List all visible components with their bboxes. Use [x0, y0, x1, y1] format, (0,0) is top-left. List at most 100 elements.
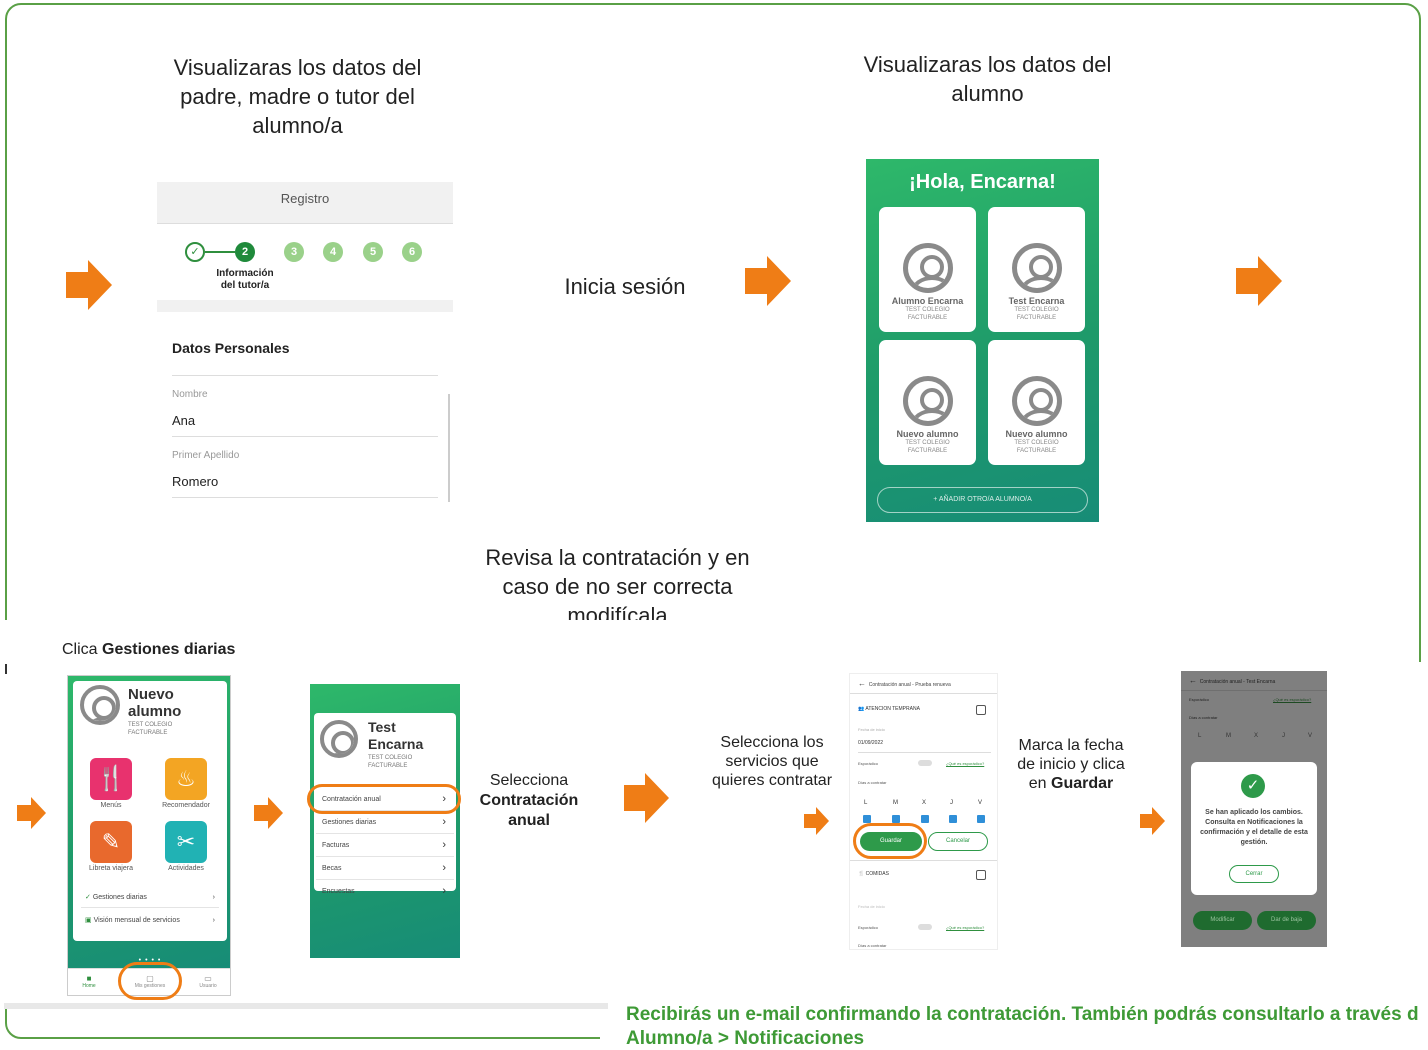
student-name: Nuevo alumno: [128, 686, 182, 720]
divider: [858, 752, 991, 753]
panel-tick: [5, 664, 7, 674]
esporadico-toggle[interactable]: [918, 924, 932, 930]
calendar-icon[interactable]: [976, 870, 986, 880]
footer-line1: Recibirás un e-mail confirmando la contr…: [626, 1004, 1419, 1025]
menu-facturas[interactable]: Facturas ›: [316, 834, 454, 857]
student-card[interactable]: Nuevo alumno TEST COLEGIO FACTURABLE: [879, 340, 976, 465]
student-card[interactable]: Alumno Encarna TEST COLEGIO FACTURABLE: [879, 207, 976, 332]
calendar-icon[interactable]: [976, 705, 986, 715]
divider: [850, 860, 997, 861]
avatar-icon: [1011, 376, 1062, 426]
step5-caption: Clica Gestiones diarias: [62, 641, 236, 658]
modify-button[interactable]: Modificar: [1193, 911, 1252, 930]
highlight-ring: [853, 823, 927, 859]
dias-label: Días a contratar: [858, 943, 887, 948]
alumno-home-screen: Nuevo alumno TEST COLEGIO FACTURABLE 🍴 Men…: [67, 675, 231, 996]
confirm-message: Se han aplicado los cambios. Consulta en…: [1200, 809, 1308, 846]
avatar-icon: [320, 720, 358, 758]
date-label: Fecha de inicio: [858, 904, 885, 909]
nav-usuario[interactable]: ▭ Usuario: [193, 974, 223, 989]
panel-edge: [4, 1003, 608, 1009]
step-item: 4: [323, 242, 343, 262]
libreta-tile[interactable]: ✎: [90, 821, 132, 863]
arrow-right-icon: [254, 797, 283, 829]
step3-caption: Visualizaras los datos del alumno: [863, 52, 1112, 106]
avatar-icon: [902, 376, 953, 426]
arrow-right-icon: [1140, 807, 1165, 835]
card-name: Nuevo alumno: [896, 429, 959, 439]
arrow-right-icon: [804, 807, 829, 835]
actividades-tile[interactable]: ✂: [165, 821, 207, 863]
chevron-right-icon: ›: [212, 894, 215, 901]
step2-caption: Inicia sesión: [564, 274, 686, 299]
people-icon: 👥: [858, 706, 865, 712]
menus-tile[interactable]: 🍴: [90, 758, 132, 800]
step8-caption: Marca la fecha de inicio y clica en Guar…: [1017, 737, 1125, 792]
card-sub: FACTURABLE: [1016, 315, 1057, 321]
contratacion-screen: ← Contratación anual - Prueba renueva 👥 …: [849, 673, 998, 950]
section-title: Datos Personales: [172, 340, 290, 356]
chevron-right-icon: ›: [442, 816, 446, 828]
card-sub: TEST COLEGIO: [905, 440, 950, 446]
esporadico-label: Esporádico: [1189, 697, 1210, 702]
scrollbar[interactable]: [448, 394, 450, 502]
chevron-right-icon: ›: [442, 862, 446, 874]
dias-label: Días a contratar: [1189, 715, 1218, 720]
menu-encuestas[interactable]: Encuestas ›: [316, 880, 454, 903]
menu-gestiones-diarias[interactable]: Gestiones diarias ›: [316, 811, 454, 834]
cancel-button[interactable]: Cancelar: [928, 832, 988, 851]
home-icon: ■: [86, 974, 92, 983]
que-es-link[interactable]: ¿Qué es esporádico?: [1273, 697, 1311, 702]
card-sub: FACTURABLE: [907, 315, 948, 321]
gestiones-screen: Test Encarna TEST COLEGIO FACTURABLE Contr…: [310, 684, 460, 958]
recomendador-tile[interactable]: ♨: [165, 758, 207, 800]
nav-home[interactable]: ■ Home: [74, 974, 104, 989]
highlight-ring: [307, 784, 461, 814]
cutlery-icon: 🍴: [858, 871, 865, 877]
chevron-right-icon: ›: [212, 917, 215, 924]
student-name: Test Encarna: [368, 719, 424, 752]
scissors-icon: ✂: [176, 829, 196, 854]
gestiones-link[interactable]: ✓ Gestiones diarias ›: [81, 888, 219, 908]
cutlery-icon: 🍴: [96, 765, 126, 792]
registro-header: Registro: [157, 182, 453, 224]
avatar-icon: [80, 685, 120, 725]
que-es-link[interactable]: ¿Qué es esporádico?: [946, 761, 984, 766]
student-card[interactable]: Nuevo alumno TEST COLEGIO FACTURABLE: [988, 340, 1085, 465]
step-connector: [205, 251, 235, 253]
date-input[interactable]: 01/09/2022: [858, 740, 883, 746]
user-icon: ▭: [204, 974, 212, 983]
close-button[interactable]: Cerrar: [1229, 865, 1279, 883]
que-es-link[interactable]: ¿Qué es esporádico?: [946, 925, 984, 930]
card-sub: FACTURABLE: [907, 448, 948, 454]
arrow-right-icon: [624, 773, 669, 823]
chevron-right-icon: ›: [442, 839, 446, 851]
esporadico-label: Esporádico: [858, 761, 879, 766]
hola-title: ¡Hola, Encarna!: [909, 171, 1056, 193]
menu-becas[interactable]: Becas ›: [316, 857, 454, 880]
school-name: TEST COLEGIO FACTURABLE: [368, 755, 413, 769]
avatar-icon: [902, 243, 953, 293]
name-field[interactable]: Ana: [172, 413, 195, 428]
student-card[interactable]: Test Encarna TEST COLEGIO FACTURABLE: [988, 207, 1085, 332]
arrow-right-icon: [1236, 256, 1282, 306]
arrow-right-icon: [66, 260, 112, 310]
dias-label: Días a contratar: [858, 780, 887, 785]
esporadico-toggle[interactable]: [918, 760, 932, 766]
vision-mensual-link[interactable]: ▣ Visión mensual de servicios ›: [81, 911, 219, 931]
highlight-ring: [118, 962, 182, 1000]
add-student-button[interactable]: + AÑADIR OTRO/A ALUMNO/A: [877, 487, 1088, 513]
contratacion-header: ← Contratación anual - Prueba renueva: [850, 674, 997, 694]
divider: [172, 375, 438, 376]
confirm-header: ← Contratación anual - Test Encarna: [1181, 671, 1327, 691]
unsubscribe-button[interactable]: Dar de baja: [1257, 911, 1316, 930]
step4-caption: Revisa la contratación y en caso de no s…: [485, 545, 750, 620]
esporadico-label: Esporádico: [858, 925, 879, 930]
card-sub: FACTURABLE: [1016, 448, 1057, 454]
tile-label: Libreta viajera: [89, 865, 133, 872]
arrow-right-icon: [745, 256, 791, 306]
footer-line2: Alumno/a > Notificaciones: [626, 1028, 865, 1049]
section-atencion: 👥 ATENCION TEMPRANA: [858, 706, 920, 712]
divider: [172, 436, 438, 437]
surname-field[interactable]: Romero: [172, 474, 218, 489]
